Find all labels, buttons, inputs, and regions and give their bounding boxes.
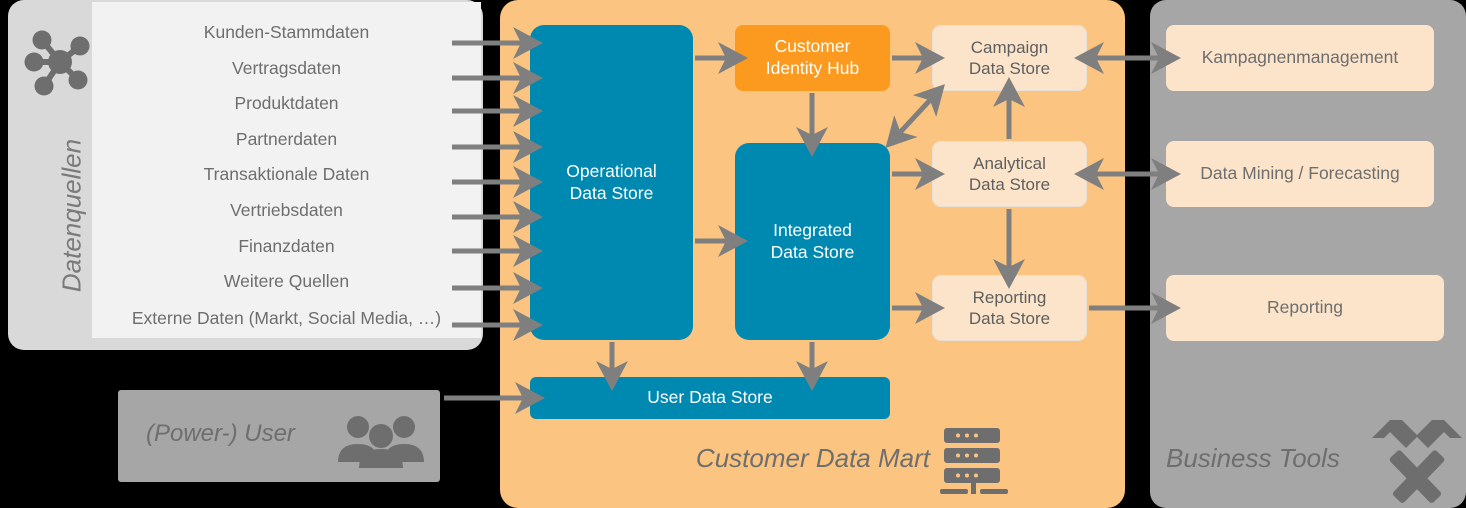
reporting-data-store-box[interactable]: Reporting Data Store	[932, 275, 1087, 341]
power-user-label: (Power-) User	[146, 420, 295, 447]
tool-item-reporting[interactable]: Reporting	[1166, 275, 1444, 341]
analytical-data-store-label: Analytical Data Store	[968, 153, 1051, 194]
user-data-store-label: User Data Store	[647, 387, 773, 408]
data-sources-label: Datenquellen	[56, 138, 87, 293]
source-item-4: Transaktionale Daten	[203, 164, 370, 184]
source-item-5: Vertriebsdaten	[230, 200, 343, 220]
campaign-data-store-label: Campaign Data Store	[968, 37, 1051, 78]
customer-identity-hub-label: Customer Identity Hub	[765, 36, 860, 78]
crossed-hammers-icon	[1372, 420, 1462, 503]
tool-label-0: Kampagnenmanagement	[1201, 47, 1399, 68]
integrated-data-store-label: Integrated Data Store	[770, 219, 855, 262]
campaign-data-store-box[interactable]: Campaign Data Store	[932, 25, 1087, 91]
users-group-icon	[338, 416, 424, 468]
integrated-data-store-box[interactable]: Integrated Data Store	[735, 143, 890, 340]
tool-label-1: Data Mining / Forecasting	[1200, 163, 1400, 184]
data-sources-panel: Datenquellen Kunden-Stammdaten Vertragsd…	[8, 0, 483, 350]
diagram-canvas: Datenquellen Kunden-Stammdaten Vertragsd…	[0, 0, 1466, 508]
source-item-1: Vertragsdaten	[232, 58, 341, 78]
source-item-8: Externe Daten (Markt, Social Media, …)	[131, 308, 442, 328]
reporting-data-store-label: Reporting Data Store	[968, 287, 1051, 328]
customer-identity-hub-box[interactable]: Customer Identity Hub	[735, 25, 890, 91]
network-hub-icon	[24, 30, 90, 96]
user-data-store-box[interactable]: User Data Store	[530, 377, 890, 419]
source-item-6: Finanzdaten	[238, 236, 335, 256]
analytical-data-store-box[interactable]: Analytical Data Store	[932, 141, 1087, 207]
server-rack-icon	[940, 428, 1008, 494]
tool-label-2: Reporting	[1267, 297, 1343, 318]
source-item-2: Produktdaten	[234, 93, 339, 113]
source-item-3: Partnerdaten	[235, 129, 338, 149]
power-user-box: (Power-) User	[118, 390, 440, 482]
operational-data-store-box[interactable]: Operational Data Store	[530, 25, 693, 340]
source-item-0: Kunden-Stammdaten	[203, 22, 370, 42]
tool-item-data-mining-forecasting[interactable]: Data Mining / Forecasting	[1166, 141, 1434, 207]
source-item-7: Weitere Quellen	[223, 271, 350, 291]
business-tools-caption: Business Tools	[1166, 443, 1340, 473]
operational-data-store-label: Operational Data Store	[566, 160, 657, 203]
tool-item-kampagnenmanagement[interactable]: Kampagnenmanagement	[1166, 25, 1434, 91]
customer-data-mart-caption: Customer Data Mart	[695, 443, 930, 473]
